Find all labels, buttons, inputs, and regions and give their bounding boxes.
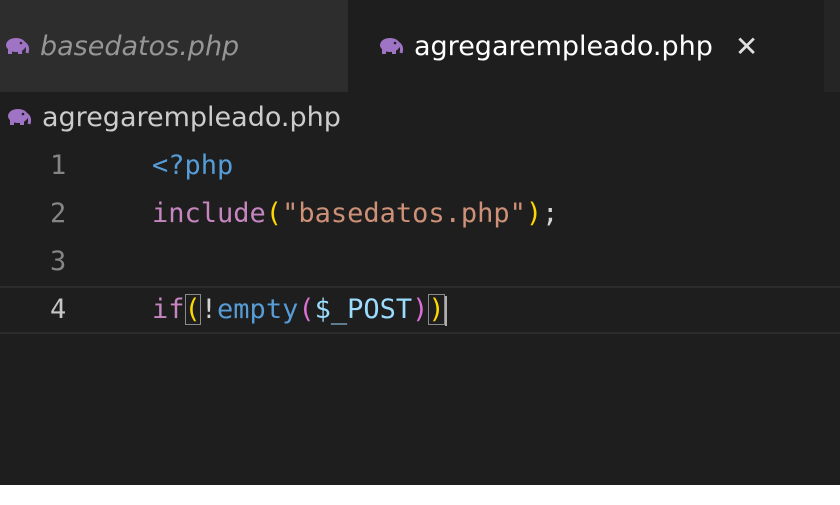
- php-elephant-icon: [8, 109, 32, 125]
- matched-bracket: ): [428, 294, 445, 325]
- code-line[interactable]: 3: [0, 238, 840, 286]
- semicolon: ;: [542, 198, 559, 229]
- paren: (: [298, 294, 315, 325]
- code-text[interactable]: include("basedatos.php");: [152, 190, 558, 238]
- php-elephant-icon: [6, 38, 30, 54]
- breadcrumb-file[interactable]: agregarempleado.php: [42, 102, 341, 133]
- string-literal: "basedatos.php": [282, 198, 526, 229]
- paren: (: [265, 198, 283, 229]
- paren: ): [412, 294, 429, 325]
- code-editor[interactable]: 1 <?php 2 include("basedatos.php"); 3 4 …: [0, 142, 840, 485]
- not-operator: !: [200, 294, 218, 325]
- code-line-current[interactable]: 4 if(!empty($_POST)): [0, 286, 840, 334]
- tab-basedatos[interactable]: basedatos.php: [0, 0, 348, 92]
- code-line[interactable]: 2 include("basedatos.php");: [0, 190, 840, 238]
- tab-label: basedatos.php: [40, 30, 240, 62]
- code-line[interactable]: 1 <?php: [0, 142, 840, 190]
- php-elephant-icon: [380, 38, 404, 54]
- editor-window: basedatos.php agregarempleado.php ✕ agre…: [0, 0, 840, 485]
- tab-bar-empty-area: [824, 0, 840, 92]
- tab-bar: basedatos.php agregarempleado.php ✕: [0, 0, 840, 92]
- line-number: 1: [50, 150, 67, 181]
- php-open-tag: <?php: [152, 150, 234, 181]
- if-keyword: if: [152, 294, 185, 325]
- code-text[interactable]: if(!empty($_POST)): [152, 288, 447, 332]
- code-text[interactable]: <?php: [152, 142, 233, 190]
- include-keyword: include: [152, 198, 266, 229]
- line-number: 2: [50, 198, 67, 229]
- breadcrumb[interactable]: agregarempleado.php: [0, 92, 840, 142]
- bottom-margin: [0, 485, 840, 505]
- close-icon[interactable]: ✕: [735, 30, 758, 63]
- tab-agregarempleado[interactable]: agregarempleado.php ✕: [348, 0, 824, 92]
- post-variable: $_POST: [314, 294, 413, 325]
- paren: ): [525, 198, 543, 229]
- line-number: 3: [50, 246, 67, 277]
- tab-label: agregarempleado.php: [414, 30, 713, 62]
- matched-bracket: (: [184, 294, 201, 325]
- line-number: 4: [50, 294, 67, 325]
- empty-function: empty: [217, 294, 299, 325]
- text-cursor: [444, 295, 447, 326]
